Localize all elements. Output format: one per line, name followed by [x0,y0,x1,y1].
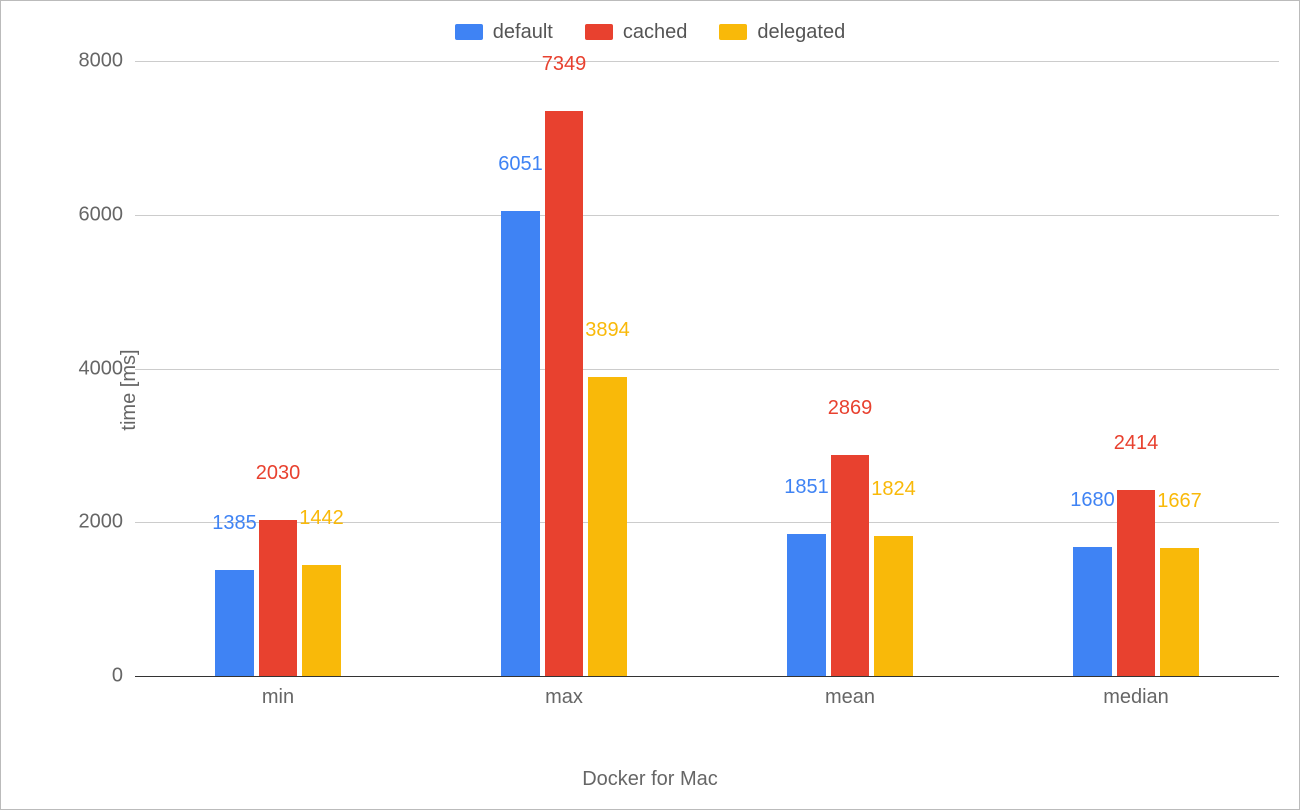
data-label: 1680 [1070,489,1115,518]
data-label: 2869 [828,397,873,426]
bar-delegated-max [588,377,627,676]
data-label: 1824 [871,478,916,507]
data-label: 7349 [542,53,587,82]
x-axis-label: Docker for Mac [1,768,1299,791]
legend-item-default: default [455,21,553,44]
bar-default-mean [787,534,826,676]
legend-label-default: default [493,21,553,44]
bar-delegated-median [1160,548,1199,676]
data-label: 2414 [1114,432,1159,461]
legend-label-delegated: delegated [757,21,845,44]
gridline [135,61,1279,62]
x-tick-label: median [1103,676,1169,709]
legend: default cached delegated [13,9,1287,55]
data-label: 3894 [585,319,630,348]
bar-cached-median [1117,490,1156,676]
x-tick-label: min [262,676,294,709]
bar-default-max [501,211,540,676]
plot-canvas: 02000400060008000min138520301442max60517… [135,61,1279,677]
bar-default-min [215,570,254,676]
y-tick-label: 0 [112,665,135,688]
swatch-default [455,24,483,40]
data-label: 1385 [212,512,257,541]
gridline [135,215,1279,216]
data-label: 1667 [1157,490,1202,519]
y-tick-label: 6000 [79,203,136,226]
x-tick-label: mean [825,676,875,709]
data-label: 1442 [299,507,344,536]
swatch-delegated [719,24,747,40]
legend-item-cached: cached [585,21,688,44]
bar-default-median [1073,547,1112,676]
swatch-cached [585,24,613,40]
data-label: 2030 [256,462,301,491]
data-label: 1851 [784,476,829,505]
gridline [135,369,1279,370]
bar-delegated-min [302,565,341,676]
data-label: 6051 [498,153,543,182]
y-tick-label: 8000 [79,50,136,73]
bar-cached-min [259,520,298,676]
y-tick-label: 2000 [79,511,136,534]
x-tick-label: max [545,676,583,709]
chart-frame: default cached delegated time [ms] 02000… [0,0,1300,810]
plot-area: time [ms] 02000400060008000min1385203014… [71,61,1279,719]
bar-cached-max [545,111,584,676]
bar-delegated-mean [874,536,913,676]
y-tick-label: 4000 [79,357,136,380]
legend-label-cached: cached [623,21,688,44]
legend-item-delegated: delegated [719,21,845,44]
bar-cached-mean [831,455,870,676]
